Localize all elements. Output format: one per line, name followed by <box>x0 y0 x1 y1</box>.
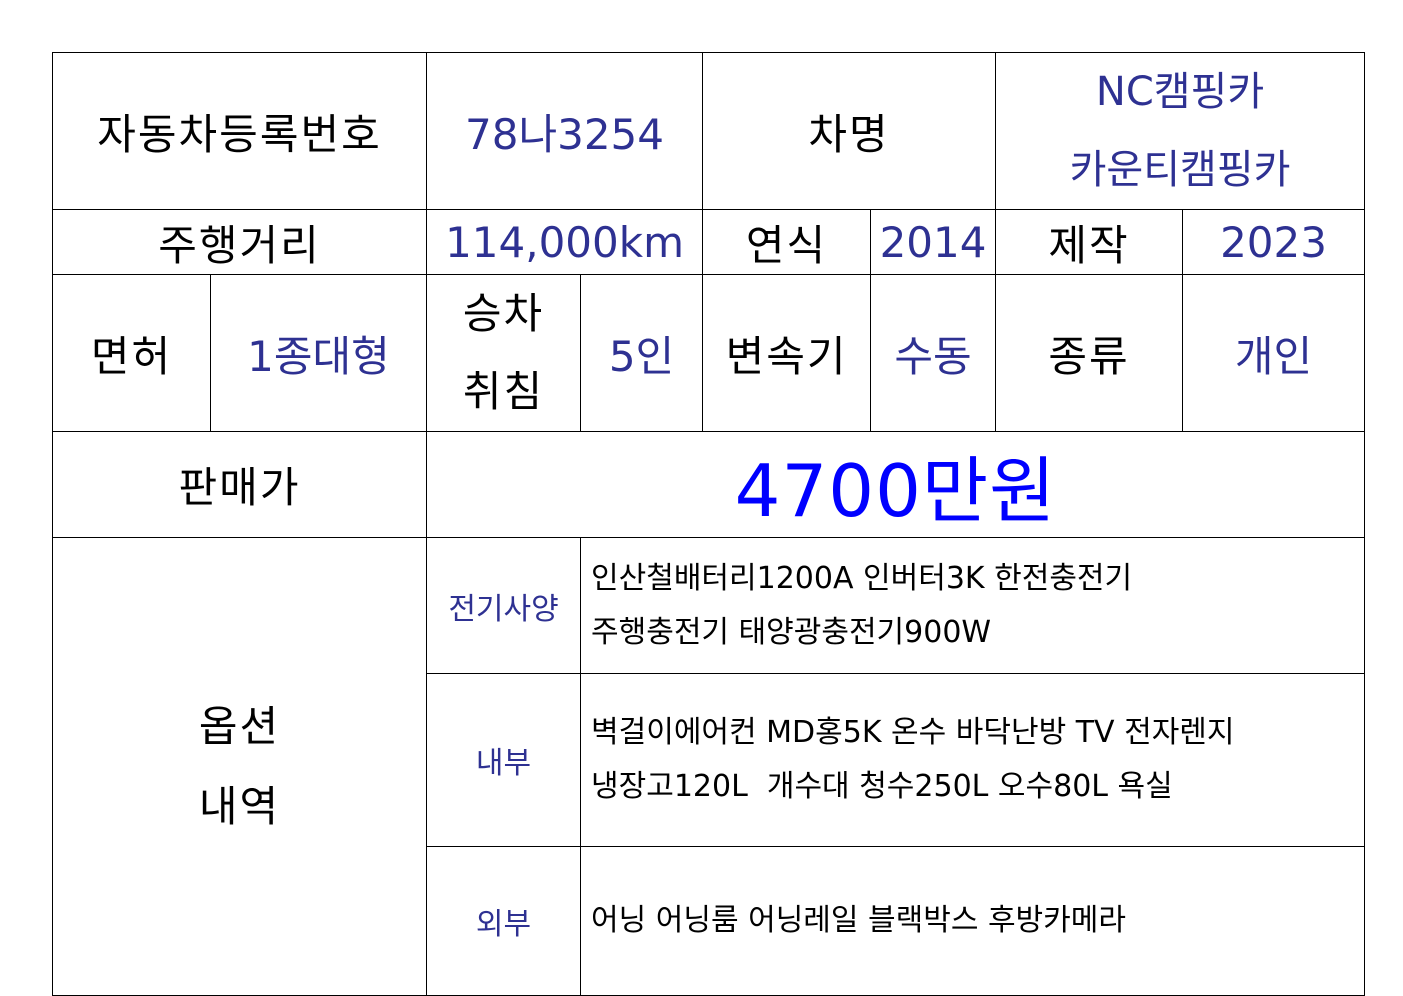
capacity-label-line1: 승차 <box>462 289 545 338</box>
mileage-label: 주행거리 <box>51 209 428 275</box>
car-name-value: NC캠핑카 카운티캠핑카 <box>995 52 1366 210</box>
interior-line2: 냉장고120L 개수대 청수250L 오수80L 욕실 <box>591 769 1173 804</box>
row-mileage: 주행거리 114,000km 연식 2014 제작 2023 <box>51 209 1366 275</box>
exterior-label: 외부 <box>426 846 582 996</box>
transmission-value: 수동 <box>870 274 997 432</box>
interior-line1: 벽걸이에어컨 MD홍5K 온수 바닥난방 TV 전자렌지 <box>591 715 1235 750</box>
electrical-label: 전기사양 <box>426 537 582 674</box>
car-name-line2: 카운티캠핑카 <box>1069 147 1291 193</box>
interior-label: 내부 <box>426 673 582 847</box>
row-registration: 자동차등록번호 78나3254 차명 NC캠핑카 카운티캠핑카 <box>51 52 1366 210</box>
electrical-line2: 주행충전기 태양광충전기900W <box>591 614 992 650</box>
car-name-label: 차명 <box>702 52 997 210</box>
manufacture-value: 2023 <box>1182 209 1366 275</box>
license-value: 1종대형 <box>209 274 428 432</box>
license-label: 면허 <box>52 274 211 432</box>
mileage-value: 114,000km <box>426 209 704 275</box>
options-label-line2: 내역 <box>198 781 281 831</box>
capacity-label: 승차 취침 <box>426 274 582 432</box>
type-value: 개인 <box>1182 274 1366 432</box>
transmission-label: 변속기 <box>702 274 872 432</box>
exterior-line1: 어닝 어닝룸 어닝레일 블랙박스 후방카메라 <box>591 903 1126 938</box>
model-year-value: 2014 <box>870 209 997 275</box>
electrical-detail: 인산철배터리1200A 인버터3K 한전충전기 주행충전기 태양광충전기900W <box>580 537 1366 674</box>
vehicle-spec-table: 자동차등록번호 78나3254 차명 NC캠핑카 카운티캠핑카 주행거리 114… <box>51 52 1366 996</box>
row-license: 면허 1종대형 승차 취침 5인 변속기 수동 종류 개인 <box>52 274 1366 432</box>
capacity-value: 5인 <box>580 274 704 432</box>
options-label-line1: 옵션 <box>198 701 281 751</box>
electrical-line1: 인산철배터리1200A 인버터3K 한전충전기 <box>591 560 1133 596</box>
options-label: 옵션 내역 <box>51 537 428 996</box>
interior-detail: 벽걸이에어컨 MD홍5K 온수 바닥난방 TV 전자렌지 냉장고120L 개수대… <box>580 673 1366 847</box>
type-label: 종류 <box>995 274 1184 432</box>
registration-value: 78나3254 <box>426 52 704 210</box>
price-value: 4700만원 <box>426 431 1366 538</box>
car-name-line1: NC캠핑카 <box>1095 69 1265 115</box>
row-options-electrical: 옵션 내역 전기사양 인산철배터리1200A 인버터3K 한전충전기 주행충전기… <box>51 537 1366 996</box>
model-year-label: 연식 <box>702 209 872 275</box>
manufacture-label: 제작 <box>995 209 1184 275</box>
capacity-label-line2: 취침 <box>462 367 545 416</box>
registration-label: 자동차등록번호 <box>51 52 428 210</box>
exterior-detail: 어닝 어닝룸 어닝레일 블랙박스 후방카메라 <box>580 846 1366 996</box>
row-price: 판매가 4700만원 <box>51 431 1366 538</box>
price-label: 판매가 <box>51 431 428 538</box>
